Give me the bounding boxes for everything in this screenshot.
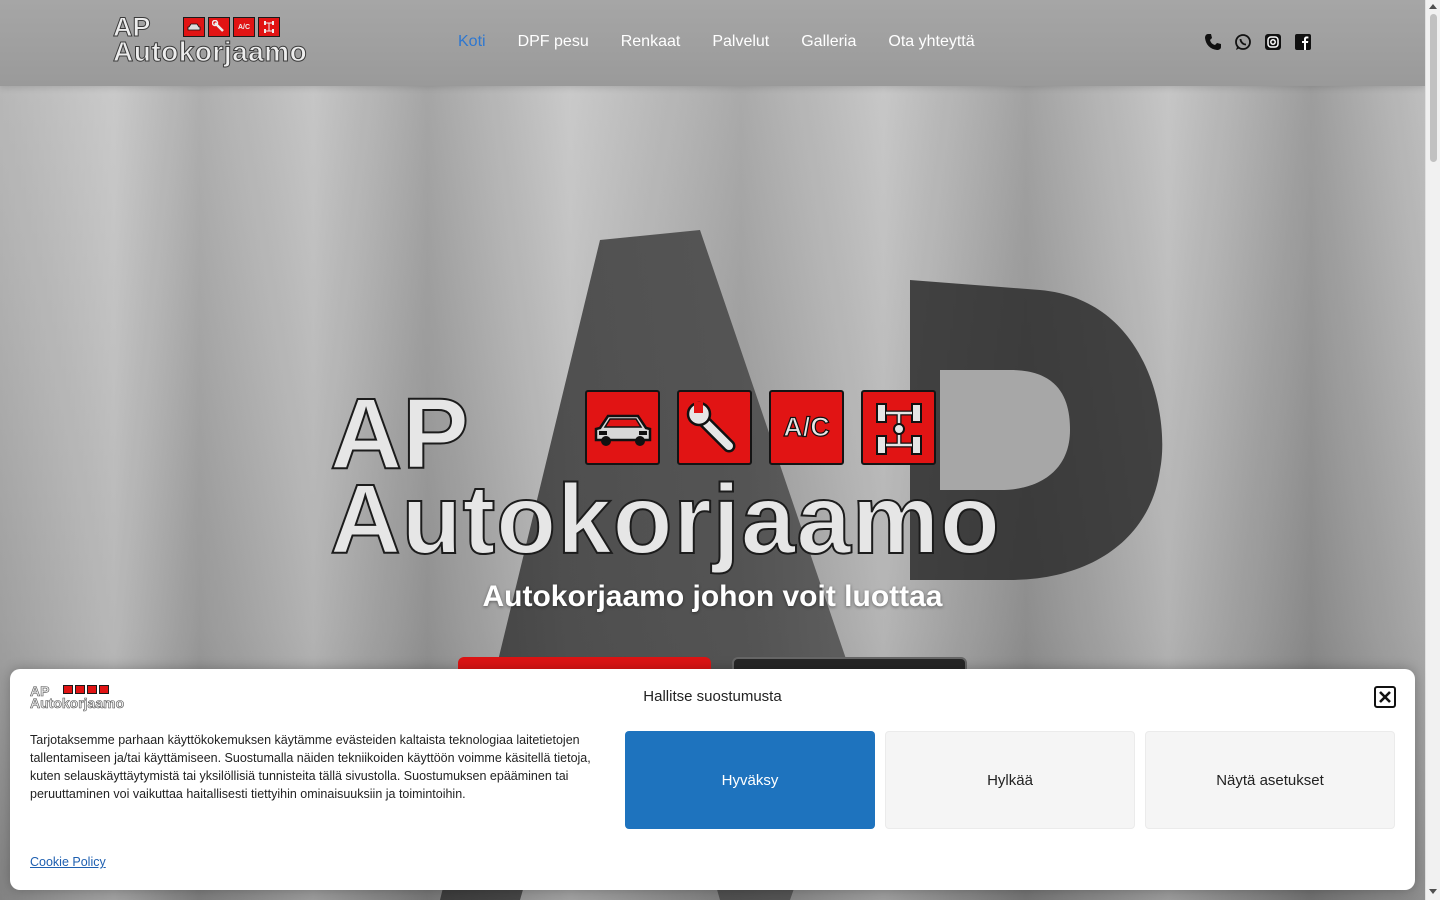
facebook-icon[interactable] (1294, 33, 1312, 51)
cookie-banner-text: Tarjotaksemme parhaan käyttökokemuksen k… (30, 733, 591, 801)
page-scrollbar[interactable] (1425, 0, 1440, 900)
scroll-down-arrow-icon[interactable] (1429, 889, 1437, 894)
main-nav: Koti DPF pesu Renkaat Palvelut Galleria … (458, 32, 975, 52)
cookie-policy-link[interactable]: Cookie Policy (30, 855, 106, 869)
hero-logo-line2: Autokorjaamo (329, 464, 1001, 574)
nav-item-ota-yhteytta[interactable]: Ota yhteyttä (888, 32, 974, 52)
car-icon (183, 17, 205, 37)
cookie-consent-banner: AP Autokorjaamo Hallitse suostumusta Tar… (10, 669, 1415, 890)
hero-tagline: Autokorjaamo johon voit luottaa (482, 580, 943, 613)
nav-item-renkaat[interactable]: Renkaat (621, 32, 681, 52)
axle-icon (861, 390, 936, 465)
phone-icon[interactable] (1204, 33, 1222, 51)
ac-icon: A/C (233, 17, 255, 37)
instagram-icon[interactable] (1264, 33, 1282, 51)
cookie-banner-title: Hallitse suostumusta (643, 688, 782, 705)
close-icon[interactable] (1374, 686, 1396, 708)
site-header: AP Autokorjaamo A/C Koti DPF pesu Renkaa… (0, 0, 1425, 86)
axle-icon (258, 17, 280, 37)
view-preferences-button[interactable]: Näytä asetukset (1145, 731, 1395, 829)
nav-item-galleria[interactable]: Galleria (801, 32, 856, 52)
scroll-up-arrow-icon[interactable] (1429, 4, 1437, 9)
site-logo[interactable]: AP Autokorjaamo A/C (112, 13, 325, 70)
hero-logo: AP Autokorjaamo A/C (329, 383, 1100, 569)
deny-button[interactable]: Hylkää (885, 731, 1135, 829)
social-links (1204, 33, 1312, 51)
whatsapp-icon[interactable] (1234, 33, 1252, 51)
nav-item-dpf-pesu[interactable]: DPF pesu (518, 32, 589, 52)
scroll-thumb[interactable] (1430, 14, 1437, 162)
logo-text-line2: Autokorjaamo (112, 36, 308, 67)
ac-icon: A/C (769, 390, 844, 465)
car-icon (585, 390, 660, 465)
wrench-icon (677, 390, 752, 465)
nav-item-palvelut[interactable]: Palvelut (712, 32, 769, 52)
wrench-icon (208, 17, 230, 37)
accept-button[interactable]: Hyväksy (625, 731, 875, 829)
nav-item-koti[interactable]: Koti (458, 32, 486, 52)
